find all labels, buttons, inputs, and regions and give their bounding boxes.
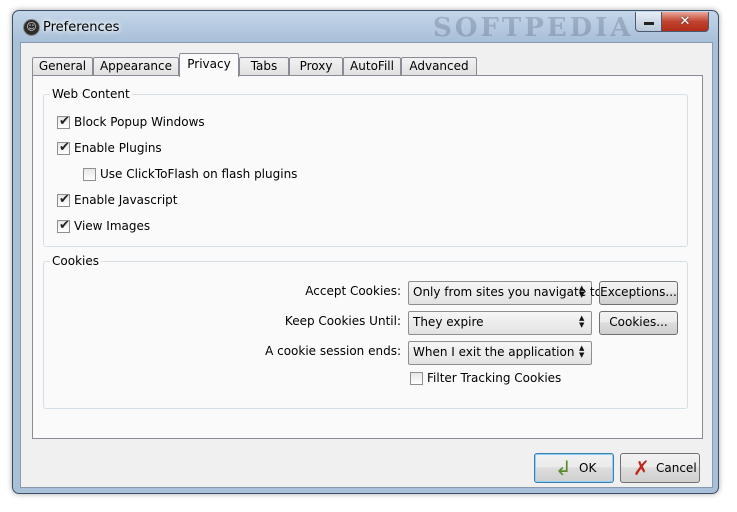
check-icon: ✔ [59,140,70,155]
up-down-arrows-icon: ▲▼ [579,284,585,299]
title-bar[interactable]: ☺ Preferences SOFTPEDIA ✕ [13,11,718,43]
session-ends-select[interactable]: When I exit the application ▲▼ [408,341,592,365]
check-icon: ✔ [59,218,70,233]
block-popups-label: Block Popup Windows [74,115,205,129]
accept-cookies-label: Accept Cookies: [305,284,401,298]
minimize-icon [644,22,654,25]
window-title: Preferences [43,20,120,35]
keep-cookies-value: They expire [413,315,484,329]
ok-label: OK [579,461,597,475]
check-icon: ✔ [59,192,70,207]
minimize-button[interactable] [635,12,663,32]
watermark: SOFTPEDIA [433,13,634,43]
filter-tracking-label: Filter Tracking Cookies [427,371,562,385]
tab-appearance[interactable]: Appearance [93,57,179,76]
accept-cookies-value: Only from sites you navigate to [413,285,602,299]
close-icon: ✕ [679,14,691,29]
cancel-x-icon: ✗ [633,456,650,480]
tab-autofill[interactable]: AutoFill [343,57,401,76]
privacy-tab-pane: Web Content ✔ Block Popup Windows ✔ Enab… [32,75,703,439]
cancel-label: Cancel [656,461,697,475]
up-down-arrows-icon: ▲▼ [579,314,585,329]
session-ends-label: A cookie session ends: [265,344,401,358]
accept-cookies-select[interactable]: Only from sites you navigate to ▲▼ [408,281,602,305]
web-content-group: Web Content ✔ Block Popup Windows ✔ Enab… [43,87,688,247]
web-content-title: Web Content [50,87,132,101]
view-images-label: View Images [74,219,151,233]
enable-plugins-label: Enable Plugins [74,141,162,155]
cancel-button[interactable]: ✗ Cancel [620,453,700,483]
cookies-button[interactable]: Cookies... [599,311,678,335]
tab-general[interactable]: General [32,57,93,76]
tab-tabs[interactable]: Tabs [239,57,289,76]
cookies-group: Cookies Accept Cookies: Only from sites … [43,254,688,409]
exceptions-button[interactable]: Exceptions... [599,281,678,305]
keep-cookies-label: Keep Cookies Until: [284,314,401,328]
check-icon: ✔ [59,114,70,129]
enable-javascript-label: Enable Javascript [74,193,178,207]
session-ends-value: When I exit the application [413,345,575,359]
cookies-title: Cookies [50,254,101,268]
app-icon: ☺ [23,19,40,36]
tab-privacy[interactable]: Privacy [179,53,239,77]
click-to-flash-label: Use ClickToFlash on flash plugins [100,167,298,181]
preferences-window: ☺ Preferences SOFTPEDIA ✕ General Appear… [12,10,719,494]
close-button[interactable]: ✕ [661,12,709,32]
dialog-client-area: General Appearance Privacy Tabs Proxy Au… [20,42,713,488]
tab-proxy[interactable]: Proxy [289,57,343,76]
tab-advanced[interactable]: Advanced [401,57,477,76]
ok-button[interactable]: ↲ OK [534,453,614,483]
keep-cookies-select[interactable]: They expire ▲▼ [408,311,592,335]
up-down-arrows-icon: ▲▼ [579,344,585,359]
ok-arrow-icon: ↲ [555,456,572,480]
